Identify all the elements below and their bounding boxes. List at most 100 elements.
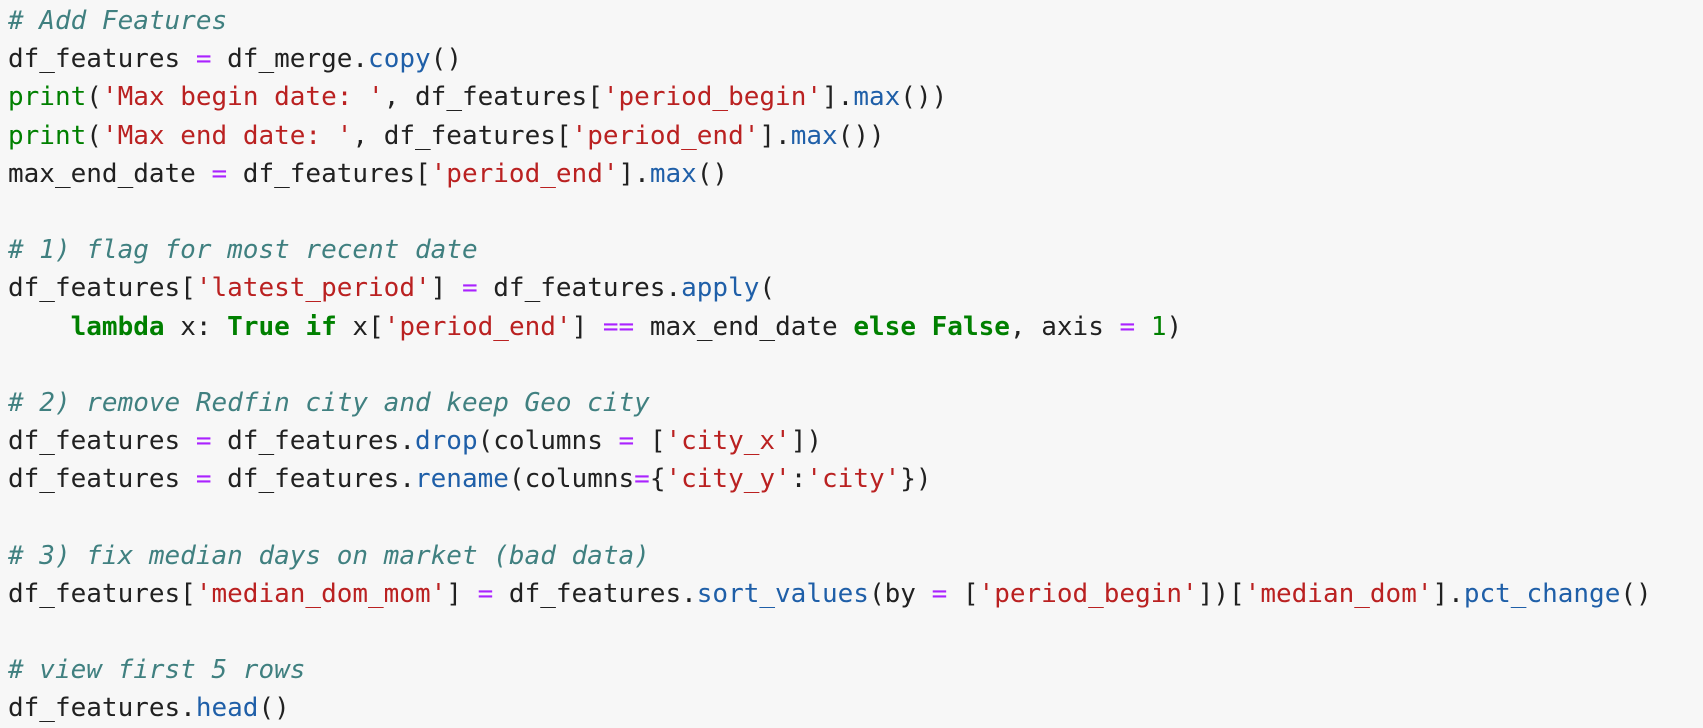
code-token-operator: = xyxy=(618,426,635,457)
code-line: # view first 5 rows xyxy=(8,651,1703,689)
code-editor[interactable]: # Add Features df_features = df_merge.cop… xyxy=(8,2,1703,728)
code-token-plain: }) xyxy=(900,464,932,495)
code-token-operator: = xyxy=(634,464,650,495)
code-line: print('Max end date: ', df_features['per… xyxy=(8,117,1703,155)
code-token-plain: ])[ xyxy=(1197,578,1245,609)
code-token-method: pct_change xyxy=(1463,578,1621,609)
code-token-plain: ]. xyxy=(618,158,650,189)
code-token-keyword: if xyxy=(305,311,337,342)
code-token-plain: [ xyxy=(947,578,979,609)
code-token-method: head xyxy=(195,693,259,724)
code-cell[interactable]: # Add Features df_features = df_merge.cop… xyxy=(0,0,1703,728)
code-token-string: 'period_begin' xyxy=(602,82,823,113)
code-token-plain: ]. xyxy=(822,82,854,113)
code-line: # 3) fix median days on market (bad data… xyxy=(8,537,1703,575)
code-token-plain: : xyxy=(790,464,807,495)
code-token-operator: = xyxy=(477,578,494,609)
code-token-string: 'period_end' xyxy=(430,158,619,189)
code-token-plain: max_end_date xyxy=(8,158,212,189)
code-token-plain: df_merge. xyxy=(211,44,369,75)
code-token-plain: (columns xyxy=(477,426,619,457)
code-token-plain: df_features. xyxy=(477,273,682,304)
code-token-plain: ] xyxy=(571,311,603,342)
code-token-operator: = xyxy=(195,426,212,457)
code-token-plain: (columns xyxy=(508,464,635,495)
code-token-plain: [ xyxy=(634,426,666,457)
code-token-comment: # Add Features xyxy=(8,6,228,36)
code-token-method: sort_values xyxy=(696,578,869,609)
code-token-string: 'city' xyxy=(806,464,901,495)
code-token-plain: x: xyxy=(164,311,228,342)
code-token-plain: () xyxy=(696,158,729,189)
code-token-plain: ()) xyxy=(837,120,885,151)
code-token-keyword: else xyxy=(853,311,916,342)
code-token-builtin: print xyxy=(8,120,87,151)
code-token-operator: = xyxy=(461,273,478,304)
code-token-operator: = xyxy=(1119,311,1136,342)
code-line: print('Max begin date: ', df_features['p… xyxy=(8,78,1703,116)
code-token-string: 'Max begin date: ' xyxy=(101,82,384,113)
code-token-operator: == xyxy=(602,311,635,342)
code-token-plain: ( xyxy=(759,273,776,304)
code-line: lambda x: True if x['period_end'] == max… xyxy=(8,308,1703,346)
code-token-string: 'latest_period' xyxy=(195,273,431,304)
code-token-operator: = xyxy=(211,158,228,189)
code-token-method: max xyxy=(853,82,901,113)
code-token-string: 'Max end date: ' xyxy=(101,120,353,151)
code-token-plain: df_features xyxy=(8,426,196,457)
code-token-keyword: True xyxy=(227,311,290,342)
code-token-plain: ) xyxy=(1166,311,1183,342)
code-token-string: 'median_dom' xyxy=(1244,578,1433,609)
code-token-plain: () xyxy=(258,693,290,724)
code-token-plain: ]. xyxy=(1432,578,1464,609)
code-token-method: max xyxy=(790,120,838,151)
code-token-plain: () xyxy=(1620,578,1652,609)
code-token-plain: ( xyxy=(86,82,102,113)
code-token-plain: df_features[ xyxy=(8,273,196,304)
code-token-plain: df_features. xyxy=(211,426,415,457)
code-token-keyword: lambda xyxy=(70,311,165,342)
code-token-plain: df_features. xyxy=(211,464,415,495)
code-token-keyword: False xyxy=(931,311,1010,342)
code-line: # 1) flag for most recent date xyxy=(8,231,1703,269)
code-token-builtin: print xyxy=(8,82,87,113)
code-token-plain: max_end_date xyxy=(634,311,854,342)
code-line: max_end_date = df_features['period_end']… xyxy=(8,155,1703,193)
code-token-plain: x[ xyxy=(336,311,384,342)
code-token-string: 'median_dom_mom' xyxy=(195,578,447,609)
code-line: df_features = df_merge.copy() xyxy=(8,40,1703,78)
code-token-method: max xyxy=(649,158,697,189)
code-token-plain: df_features xyxy=(8,464,196,495)
code-token-string: 'period_end' xyxy=(571,120,760,151)
code-token-plain: , df_features[ xyxy=(383,82,603,113)
code-token-method: drop xyxy=(415,426,478,457)
code-line: df_features['median_dom_mom'] = df_featu… xyxy=(8,575,1703,613)
code-token-plain: (by xyxy=(868,578,932,609)
code-token-string: 'period_end' xyxy=(383,311,572,342)
code-token-plain: ()) xyxy=(900,82,948,113)
code-token-plain: ]. xyxy=(759,120,791,151)
code-line: df_features.head() xyxy=(8,689,1703,727)
code-line: df_features['latest_period'] = df_featur… xyxy=(8,269,1703,307)
code-token-plain: { xyxy=(649,464,666,495)
code-token-method: copy xyxy=(368,44,431,75)
code-line: # 2) remove Redfin city and keep Geo cit… xyxy=(8,384,1703,422)
code-token-string: 'period_begin' xyxy=(978,578,1198,609)
code-token-number: 1 xyxy=(1150,311,1167,342)
code-token-plain: df_features[ xyxy=(8,578,196,609)
code-token-comment: # 1) flag for most recent date xyxy=(8,235,478,266)
code-token-operator: = xyxy=(931,578,948,609)
code-token-method: apply xyxy=(681,273,760,304)
code-token-plain: ]) xyxy=(790,426,823,457)
code-token-plain: ( xyxy=(86,120,102,151)
code-token-plain: df_features. xyxy=(8,693,196,724)
code-token-method: rename xyxy=(415,464,509,495)
code-line: # Add Features xyxy=(8,2,1703,40)
code-token-comment: # view first 5 rows xyxy=(8,655,306,686)
